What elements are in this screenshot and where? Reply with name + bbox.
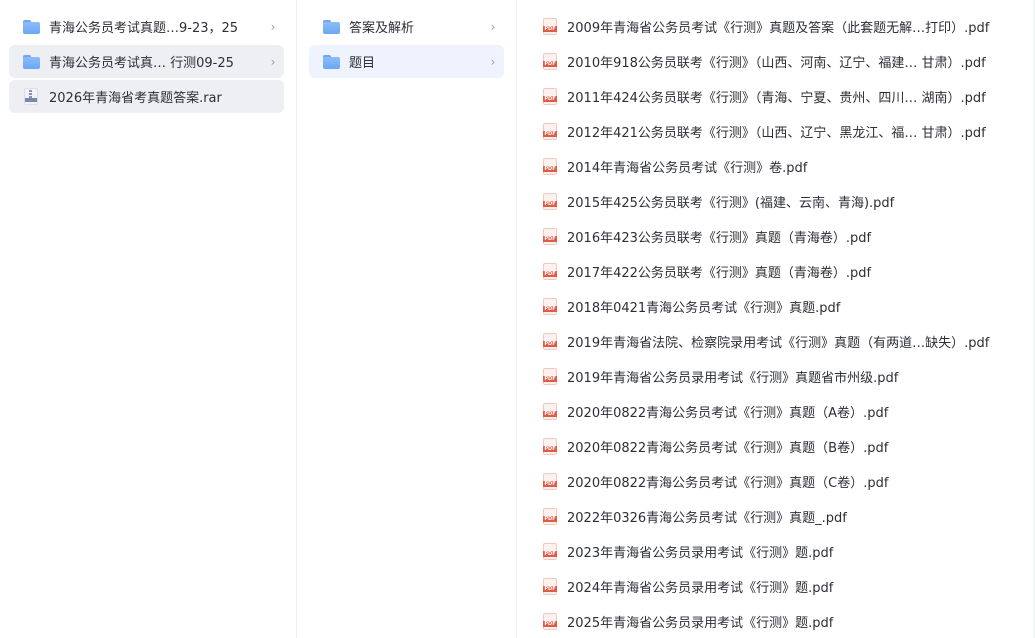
column-browser: 青海公务员考试真题…9-23，25 › 青海公务员考试真… 行测09-25 › …: [0, 0, 1035, 638]
pdf-badge: PDF: [543, 516, 557, 522]
chevron-right-icon: ›: [270, 19, 276, 34]
folder-row[interactable]: 青海公务员考试真题…9-23，25 ›: [9, 10, 284, 43]
pdf-file-icon: PDF: [543, 403, 557, 420]
folder-row-selected[interactable]: 题目 ›: [309, 45, 504, 78]
file-row[interactable]: PDF 2019年青海省法院、检察院录用考试《行测》真题（有两道…缺失）.pdf: [543, 324, 1035, 359]
file-name: 2023年青海省公务员录用考试《行测》题.pdf: [567, 546, 834, 561]
pdf-file-icon: PDF: [543, 53, 557, 70]
column-2: 答案及解析 › 题目 ›: [297, 0, 517, 638]
folder-row-selected[interactable]: 青海公务员考试真… 行测09-25 ›: [9, 45, 284, 78]
pdf-badge: PDF: [543, 551, 557, 557]
file-row[interactable]: PDF 2025年青海省公务员录用考试《行测》题.pdf: [543, 604, 1035, 638]
pdf-file-icon: PDF: [543, 228, 557, 245]
pdf-badge: PDF: [543, 26, 557, 32]
file-name: 2020年0822青海公务员考试《行测》真题（B卷）.pdf: [567, 441, 889, 456]
pdf-badge: PDF: [543, 61, 557, 67]
pdf-badge: PDF: [543, 236, 557, 242]
file-name: 2012年421公务员联考《行测》（山西、辽宁、黑龙江、福… 甘肃）.pdf: [567, 126, 986, 141]
pdf-file-icon: PDF: [543, 298, 557, 315]
file-name: 2011年424公务员联考《行测》（青海、宁夏、贵州、四川… 湖南）.pdf: [567, 91, 986, 106]
column-3-file-list: PDF 2009年青海省公务员考试《行测》真题及答案（此套题无解…打印）.pdf P…: [517, 0, 1035, 638]
pdf-file-icon: PDF: [543, 438, 557, 455]
pdf-file-icon: PDF: [543, 193, 557, 210]
file-row[interactable]: PDF 2009年青海省公务员考试《行测》真题及答案（此套题无解…打印）.pdf: [543, 9, 1035, 44]
folder-name: 青海公务员考试真… 行测09-25: [49, 56, 234, 71]
file-name: 2025年青海省公务员录用考试《行测》题.pdf: [567, 616, 834, 631]
pdf-badge: PDF: [543, 96, 557, 102]
file-name: 2016年423公务员联考《行测》真题（青海卷）.pdf: [567, 231, 872, 246]
file-name: 2022年0326青海公务员考试《行测》真题_.pdf: [567, 511, 847, 526]
pdf-file-icon: PDF: [543, 123, 557, 140]
file-row[interactable]: PDF 2019年青海省公务员录用考试《行测》真题省市州级.pdf: [543, 359, 1035, 394]
chevron-right-icon: ›: [490, 19, 496, 34]
pdf-file-icon: PDF: [543, 333, 557, 350]
file-row[interactable]: PDF 2012年421公务员联考《行测》（山西、辽宁、黑龙江、福… 甘肃）.pd…: [543, 114, 1035, 149]
file-row[interactable]: PDF 2014年青海省公务员考试《行测》卷.pdf: [543, 149, 1035, 184]
column-1: 青海公务员考试真题…9-23，25 › 青海公务员考试真… 行测09-25 › …: [0, 0, 297, 638]
file-name: 2020年0822青海公务员考试《行测》真题（C卷）.pdf: [567, 476, 889, 491]
pdf-badge: PDF: [543, 481, 557, 487]
file-name: 2014年青海省公务员考试《行测》卷.pdf: [567, 161, 808, 176]
pdf-badge: PDF: [543, 131, 557, 137]
file-row[interactable]: PDF 2020年0822青海公务员考试《行测》真题（C卷）.pdf: [543, 464, 1035, 499]
pdf-badge: PDF: [543, 166, 557, 172]
file-row[interactable]: PDF 2010年918公务员联考《行测》（山西、河南、辽宁、福建… 甘肃）.pd…: [543, 44, 1035, 79]
pdf-badge: PDF: [543, 341, 557, 347]
pdf-file-icon: PDF: [543, 368, 557, 385]
file-name: 2019年青海省公务员录用考试《行测》真题省市州级.pdf: [567, 371, 899, 386]
pdf-badge: PDF: [543, 621, 557, 627]
pdf-file-icon: PDF: [543, 508, 557, 525]
pdf-badge: PDF: [543, 446, 557, 452]
rar-file-icon: [24, 88, 38, 105]
file-row[interactable]: PDF 2024年青海省公务员录用考试《行测》题.pdf: [543, 569, 1035, 604]
file-name: 2015年425公务员联考《行测》(福建、云南、青海).pdf: [567, 196, 895, 211]
folder-name: 答案及解析: [349, 21, 415, 36]
pdf-file-icon: PDF: [543, 543, 557, 560]
file-name: 2024年青海省公务员录用考试《行测》题.pdf: [567, 581, 834, 596]
pdf-file-icon: PDF: [543, 613, 557, 630]
folder-icon: [323, 54, 340, 69]
folder-icon: [23, 19, 40, 34]
chevron-right-icon: ›: [490, 54, 496, 69]
file-row[interactable]: PDF 2022年0326青海公务员考试《行测》真题_.pdf: [543, 499, 1035, 534]
folder-name: 青海公务员考试真题…9-23，25: [49, 21, 239, 36]
pdf-file-icon: PDF: [543, 158, 557, 175]
file-row[interactable]: PDF 2016年423公务员联考《行测》真题（青海卷）.pdf: [543, 219, 1035, 254]
file-row[interactable]: PDF 2018年0421青海公务员考试《行测》真题.pdf: [543, 289, 1035, 324]
file-row[interactable]: PDF 2020年0822青海公务员考试《行测》真题（A卷）.pdf: [543, 394, 1035, 429]
file-list: PDF 2009年青海省公务员考试《行测》真题及答案（此套题无解…打印）.pdf P…: [543, 9, 1035, 638]
folder-icon: [323, 19, 340, 34]
pdf-file-icon: PDF: [543, 18, 557, 35]
pdf-badge: PDF: [543, 271, 557, 277]
file-row[interactable]: PDF 2015年425公务员联考《行测》(福建、云南、青海).pdf: [543, 184, 1035, 219]
pdf-badge: PDF: [543, 306, 557, 312]
file-row[interactable]: PDF 2011年424公务员联考《行测》（青海、宁夏、贵州、四川… 湖南）.pd…: [543, 79, 1035, 114]
file-name: 2010年918公务员联考《行测》（山西、河南、辽宁、福建… 甘肃）.pdf: [567, 56, 986, 71]
pdf-badge: PDF: [543, 376, 557, 382]
pdf-file-icon: PDF: [543, 473, 557, 490]
pdf-badge: PDF: [543, 201, 557, 207]
file-name: 2019年青海省法院、检察院录用考试《行测》真题（有两道…缺失）.pdf: [567, 336, 990, 351]
file-row[interactable]: PDF 2017年422公务员联考《行测》真题（青海卷）.pdf: [543, 254, 1035, 289]
file-name: 2020年0822青海公务员考试《行测》真题（A卷）.pdf: [567, 406, 889, 421]
pdf-file-icon: PDF: [543, 263, 557, 280]
folder-row[interactable]: 答案及解析 ›: [309, 10, 504, 43]
pdf-file-icon: PDF: [543, 578, 557, 595]
file-name: 2009年青海省公务员考试《行测》真题及答案（此套题无解…打印）.pdf: [567, 21, 990, 36]
folder-icon: [23, 54, 40, 69]
file-row[interactable]: PDF 2020年0822青海公务员考试《行测》真题（B卷）.pdf: [543, 429, 1035, 464]
pdf-file-icon: PDF: [543, 88, 557, 105]
file-row[interactable]: PDF 2023年青海省公务员录用考试《行测》题.pdf: [543, 534, 1035, 569]
pdf-badge: PDF: [543, 586, 557, 592]
folder-name: 题目: [349, 56, 376, 71]
chevron-right-icon: ›: [270, 54, 276, 69]
archive-row[interactable]: 2026年青海省考真题答案.rar: [9, 80, 284, 113]
file-name: 2026年青海省考真题答案.rar: [49, 91, 222, 106]
file-name: 2017年422公务员联考《行测》真题（青海卷）.pdf: [567, 266, 872, 281]
pdf-badge: PDF: [543, 411, 557, 417]
file-name: 2018年0421青海公务员考试《行测》真题.pdf: [567, 301, 841, 316]
